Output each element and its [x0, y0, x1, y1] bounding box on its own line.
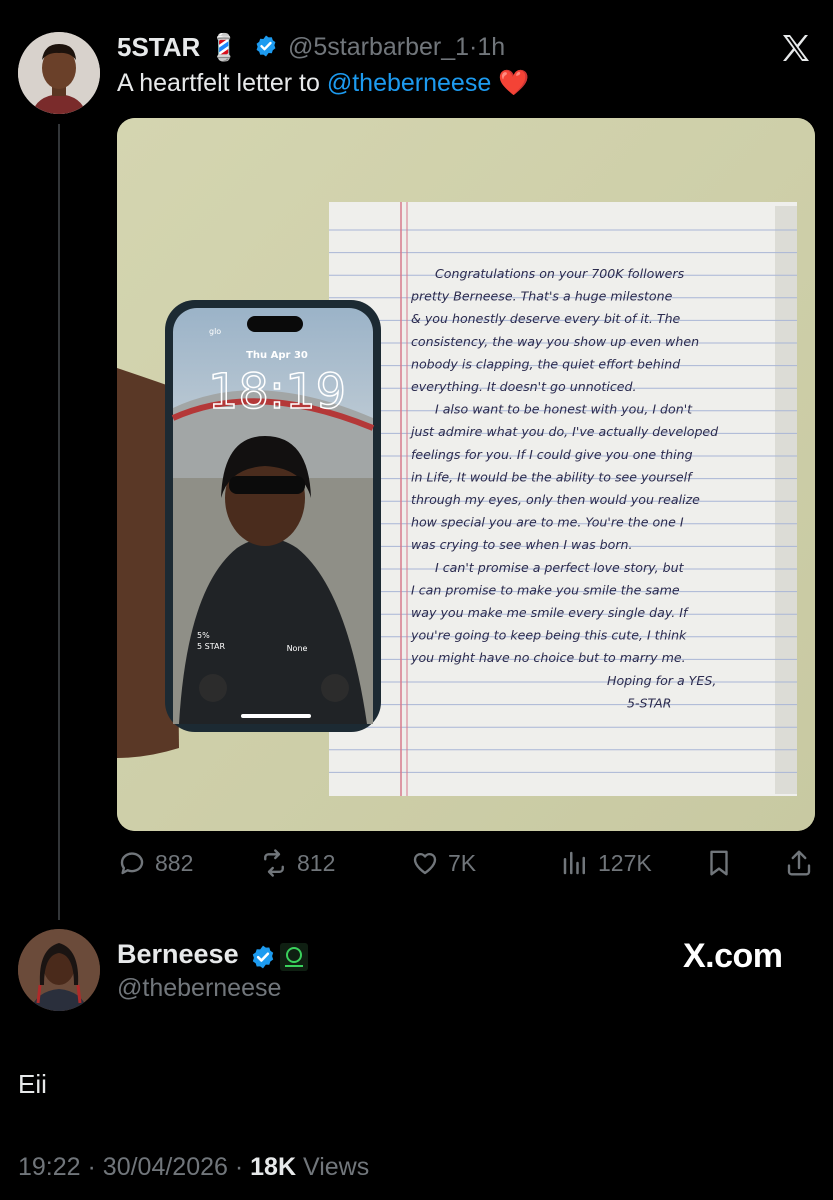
- reply-views-label: Views: [296, 1153, 370, 1181]
- thread-line: [58, 124, 60, 920]
- letter-line: how special you are to me. You're the on…: [411, 515, 684, 530]
- letter-line: nobody is clapping, the quiet effort beh…: [411, 356, 681, 371]
- letter-line: I can't promise a perfect love story, bu…: [435, 560, 685, 575]
- avatar-portrait-icon: [18, 32, 100, 114]
- views-icon: [563, 851, 585, 875]
- heart-emoji: ❤️: [498, 69, 530, 97]
- author-handle: @5starbarber_1: [288, 33, 470, 61]
- tweet-text-body: A heartfelt letter to: [117, 69, 327, 97]
- bookmark-button[interactable]: [704, 848, 734, 878]
- like-button[interactable]: 7K: [410, 848, 476, 878]
- letter-line: way you make me smile every single day. …: [411, 605, 690, 620]
- letter-line: feelings for you. If I could give you on…: [411, 447, 693, 462]
- letter-line: Hoping for a YES,: [607, 673, 716, 688]
- letter-line: you're going to keep being this cute, I …: [410, 628, 687, 643]
- phone-focus-label: None: [287, 644, 308, 653]
- meta-separator: ·: [234, 1153, 244, 1181]
- avatar-portrait-icon: [18, 929, 100, 1011]
- letter-line: pretty Berneese. That's a huge milestone: [410, 289, 673, 304]
- phone-widget-label: 5 STAR: [197, 642, 225, 651]
- bookmark-icon: [710, 850, 728, 876]
- letter-line: was crying to see when I was born.: [411, 537, 633, 552]
- author-avatar[interactable]: [18, 32, 100, 114]
- heart-icon: [413, 852, 437, 875]
- repost-count: 812: [297, 849, 336, 876]
- meta-separator: ·: [87, 1153, 96, 1181]
- reply-button[interactable]: 882: [117, 848, 193, 878]
- letter-line: I can promise to make you smile the same: [411, 582, 680, 597]
- like-count: 7K: [448, 849, 477, 876]
- phone-clock: 18:19: [208, 364, 346, 420]
- reply-icon: [120, 852, 144, 875]
- letter-line: just admire what you do, I've actually d…: [409, 424, 719, 439]
- author-name-text: 5STAR: [117, 32, 201, 62]
- views-count: 127K: [598, 849, 652, 876]
- reply-author-handle[interactable]: @theberneese: [117, 974, 281, 1003]
- letter-line: 5-STAR: [627, 695, 671, 710]
- phone-date: Thu Apr 30: [246, 350, 308, 361]
- flashlight-icon: [199, 674, 227, 702]
- letter-line: you might have no choice but to marry me…: [410, 650, 686, 665]
- x-logo-icon[interactable]: [780, 32, 812, 64]
- letter-line: consistency, the way you show up even wh…: [411, 334, 699, 349]
- letter-line: & you honestly deserve every bit of it. …: [411, 311, 681, 326]
- reply-views-count: 18K: [250, 1153, 297, 1181]
- reply-text: Eii: [18, 1069, 47, 1099]
- letter-line: everything. It doesn't go unnoticed.: [411, 379, 637, 394]
- affiliate-badge-icon: [280, 943, 308, 971]
- reply-author-name[interactable]: Berneese: [117, 939, 239, 970]
- letter-photo: Congratulations on your 700K followers pr…: [117, 118, 815, 831]
- mention-link[interactable]: @theberneese: [327, 69, 491, 97]
- share-icon: [787, 850, 811, 876]
- views-button[interactable]: 127K: [560, 848, 652, 878]
- reply-count: 882: [155, 849, 194, 876]
- reply-time[interactable]: 19:22: [18, 1153, 81, 1181]
- reply-date[interactable]: 30/04/2026: [103, 1153, 228, 1181]
- verified-badge-icon: [256, 35, 276, 57]
- x-watermark: X.com: [683, 937, 783, 975]
- phone-carrier: glo: [209, 327, 221, 336]
- barber-pole-emoji: 💈: [207, 32, 240, 62]
- repost-button[interactable]: 812: [259, 848, 335, 878]
- letter-line: through my eyes, only then would you rea…: [411, 492, 700, 507]
- phone-battery-widget: 5%: [197, 631, 210, 640]
- repost-icon: [264, 849, 284, 877]
- letter-line: Congratulations on your 700K followers: [435, 266, 685, 281]
- tweet-media-image[interactable]: Congratulations on your 700K followers pr…: [117, 118, 815, 831]
- camera-icon: [321, 674, 349, 702]
- verified-badge-icon: [252, 945, 274, 969]
- reply-meta: 19:22 · 30/04/2026 · 18K Views: [18, 1153, 369, 1182]
- letter-line: in Life, It would be the ability to see …: [411, 469, 694, 484]
- author-name[interactable]: 5STAR 💈: [117, 32, 240, 63]
- tweet-text: A heartfelt letter to @theberneese ❤️: [117, 69, 529, 98]
- letter-line: I also want to be honest with you, I don…: [435, 402, 693, 417]
- author-handle-meta[interactable]: @5starbarber_1·1h: [288, 33, 505, 62]
- share-button[interactable]: [784, 848, 814, 878]
- reply-author-avatar[interactable]: [18, 929, 100, 1011]
- tweet-time: 1h: [477, 33, 506, 61]
